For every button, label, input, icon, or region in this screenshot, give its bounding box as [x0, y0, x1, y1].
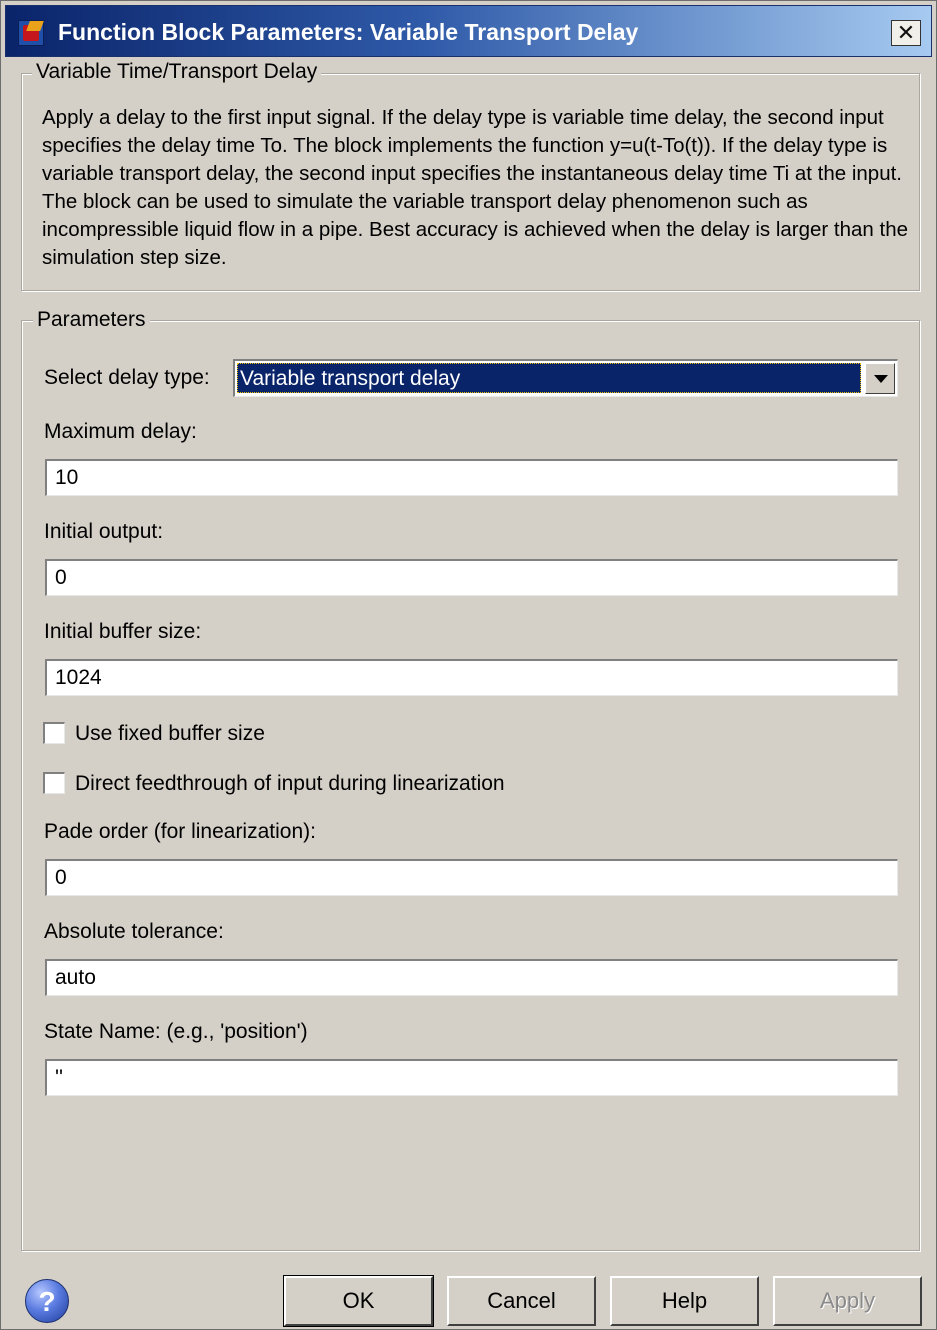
- dialog-window: Function Block Parameters: Variable Tran…: [0, 0, 937, 1330]
- absolute-tolerance-label: Absolute tolerance:: [44, 920, 224, 943]
- chevron-down-icon[interactable]: [865, 363, 895, 394]
- ok-button[interactable]: OK: [283, 1275, 434, 1327]
- window-title: Function Block Parameters: Variable Tran…: [58, 19, 639, 45]
- maximum-delay-label: Maximum delay:: [44, 420, 197, 443]
- close-button[interactable]: ✕: [891, 20, 921, 46]
- cancel-button[interactable]: Cancel: [447, 1276, 596, 1326]
- use-fixed-buffer-label[interactable]: Use fixed buffer size: [75, 722, 265, 746]
- description-group: Variable Time/Transport Delay Apply a de…: [21, 60, 920, 291]
- pade-order-label: Pade order (for linearization):: [44, 820, 316, 843]
- description-legend: Variable Time/Transport Delay: [32, 60, 322, 84]
- state-name-label: State Name: (e.g., 'position'): [44, 1020, 308, 1043]
- simulink-block-icon: [18, 20, 44, 46]
- initial-buffer-size-field[interactable]: 1024: [45, 659, 898, 696]
- help-question-icon[interactable]: ?: [25, 1279, 69, 1323]
- state-name-field[interactable]: '': [45, 1059, 898, 1096]
- initial-output-field[interactable]: 0: [45, 559, 898, 596]
- parameters-legend: Parameters: [33, 308, 150, 332]
- pade-order-field[interactable]: 0: [45, 859, 898, 896]
- title-bar[interactable]: Function Block Parameters: Variable Tran…: [5, 5, 932, 57]
- initial-buffer-size-label: Initial buffer size:: [44, 620, 202, 643]
- delay-type-selected-value: Variable transport delay: [237, 363, 861, 393]
- use-fixed-buffer-checkbox[interactable]: [43, 722, 65, 744]
- initial-output-label: Initial output:: [44, 520, 164, 543]
- maximum-delay-field[interactable]: 10: [45, 459, 898, 496]
- help-button[interactable]: Help: [610, 1276, 759, 1326]
- block-description: Apply a delay to the first input signal.…: [42, 106, 909, 269]
- direct-feedthrough-label[interactable]: Direct feedthrough of input during linea…: [75, 772, 505, 796]
- delay-type-label: Select delay type:: [44, 366, 210, 389]
- apply-button[interactable]: Apply: [773, 1276, 922, 1326]
- delay-type-dropdown[interactable]: Variable transport delay: [233, 359, 898, 397]
- direct-feedthrough-checkbox[interactable]: [43, 772, 65, 794]
- absolute-tolerance-field[interactable]: auto: [45, 959, 898, 996]
